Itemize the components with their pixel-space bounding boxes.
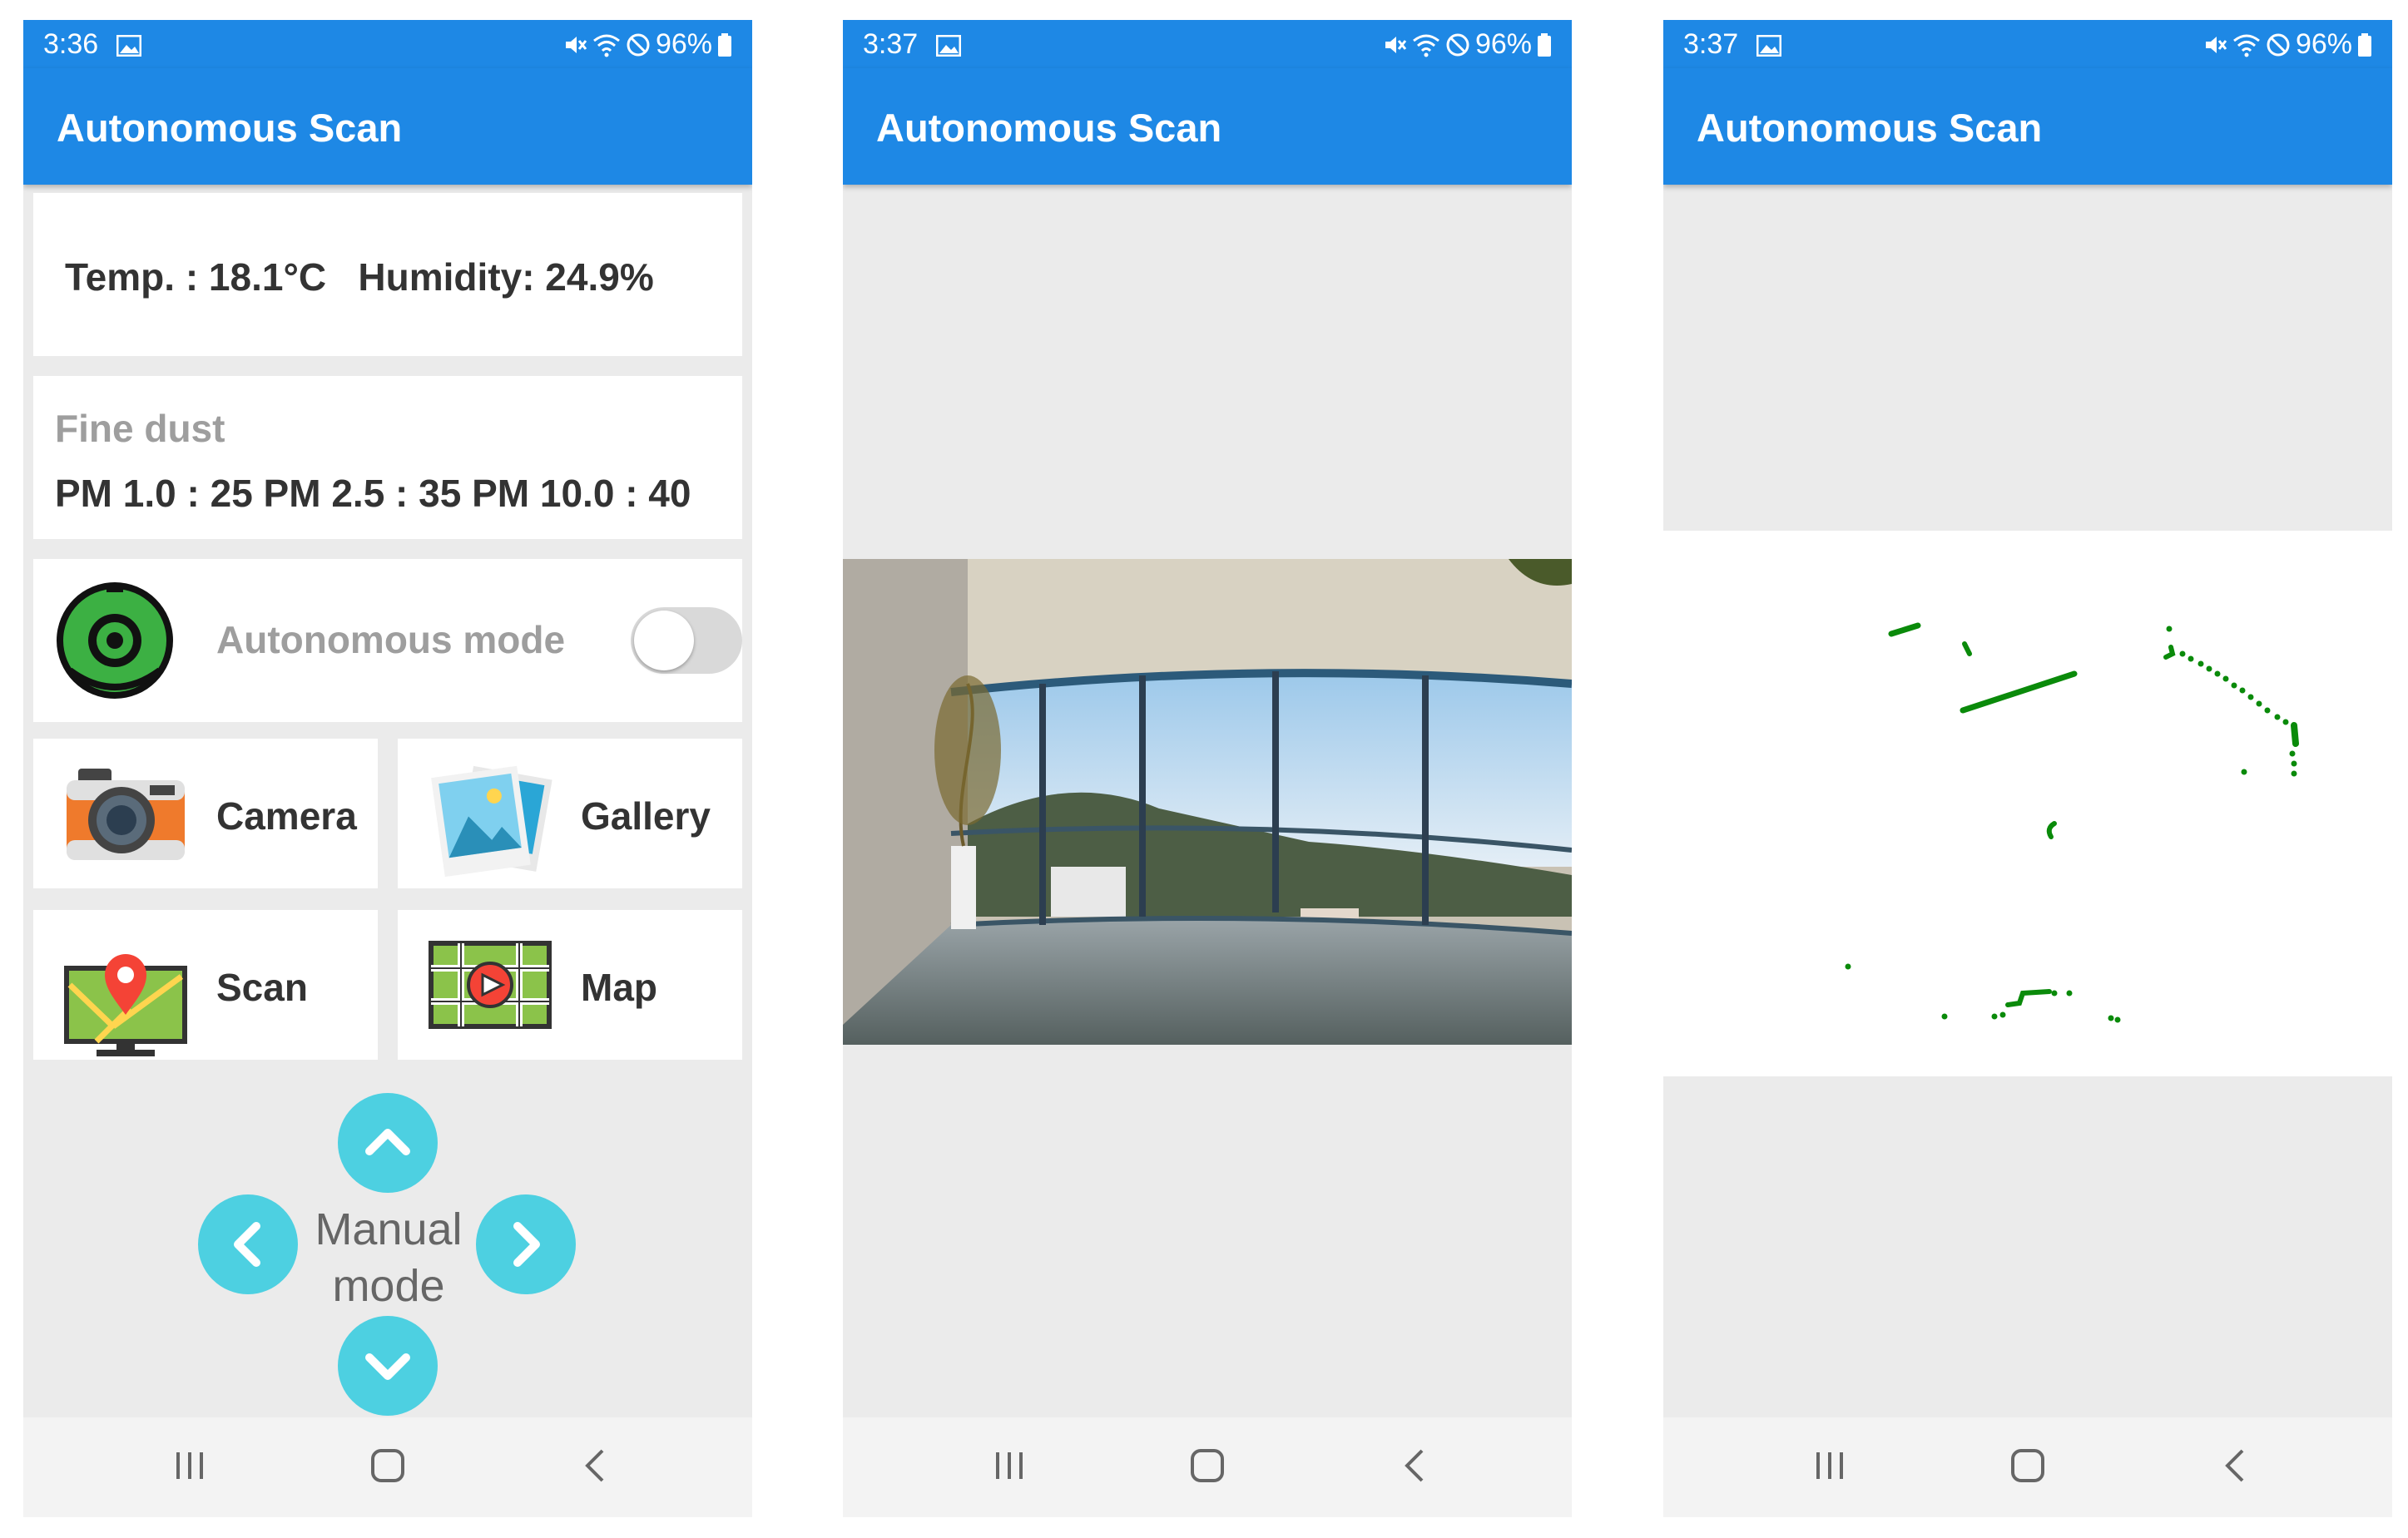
lidar-scan-points bbox=[1845, 622, 2299, 1023]
move-forward-button[interactable] bbox=[338, 1093, 438, 1193]
do-not-disturb-icon bbox=[2267, 33, 2290, 56]
recents-icon[interactable] bbox=[1813, 1449, 1846, 1482]
battery-icon bbox=[2358, 32, 2371, 57]
image-notification-icon bbox=[116, 35, 141, 57]
map-button[interactable]: Map bbox=[398, 910, 742, 1060]
environment-card: Temp. : 18.1°C Humidity: 24.9% bbox=[33, 193, 742, 356]
robot-vacuum-icon bbox=[57, 582, 173, 699]
manual-mode-label: Manual mode bbox=[303, 1201, 474, 1314]
fine-dust-card: Fine dust PM 1.0 : 25 PM 2.5 : 35 PM 10.… bbox=[33, 376, 742, 539]
status-bar: 3:37 96% bbox=[843, 20, 1572, 68]
app-title: Autonomous Scan bbox=[57, 106, 403, 150]
wifi-icon bbox=[1413, 34, 1439, 57]
status-time: 3:36 bbox=[43, 28, 99, 60]
map-label: Map bbox=[581, 966, 657, 1009]
app-title: Autonomous Scan bbox=[1697, 106, 2043, 150]
image-notification-icon bbox=[936, 35, 961, 57]
mute-icon bbox=[2205, 36, 2227, 53]
image-notification-icon bbox=[1756, 35, 1781, 57]
battery-percent: 96% bbox=[655, 28, 712, 60]
back-icon[interactable] bbox=[1402, 1447, 1427, 1484]
back-icon[interactable] bbox=[582, 1447, 607, 1484]
camera-feed-image bbox=[843, 559, 1572, 1045]
gallery-label: Gallery bbox=[581, 794, 711, 838]
system-nav-bar bbox=[23, 1417, 752, 1517]
status-icons: 96% bbox=[562, 28, 732, 61]
toggle-knob bbox=[634, 611, 694, 670]
autonomous-mode-toggle[interactable] bbox=[631, 607, 742, 674]
app-bar: Autonomous Scan bbox=[1663, 68, 2392, 185]
phone-screen-home: 3:36 96% Autonomous Scan Temp. : 18.1°C … bbox=[23, 20, 752, 1517]
wifi-icon bbox=[593, 34, 620, 57]
home-icon[interactable] bbox=[2009, 1449, 2046, 1482]
status-bar: 3:36 96% bbox=[23, 20, 752, 68]
turn-left-button[interactable] bbox=[198, 1194, 298, 1294]
battery-percent: 96% bbox=[1474, 28, 1532, 60]
status-icons: 96% bbox=[2202, 28, 2372, 61]
map-icon bbox=[429, 941, 552, 1029]
recents-icon[interactable] bbox=[993, 1449, 1026, 1482]
gallery-icon bbox=[431, 765, 552, 878]
camera-label: Camera bbox=[216, 794, 357, 838]
scan-label: Scan bbox=[216, 966, 308, 1009]
manual-mode-line1: Manual bbox=[315, 1204, 463, 1254]
phone-screen-camera: 3:37 96% Autonomous Scan bbox=[843, 20, 1572, 1517]
autonomous-mode-label: Autonomous mode bbox=[216, 618, 566, 661]
battery-icon bbox=[718, 32, 731, 57]
mute-icon bbox=[565, 36, 587, 53]
mute-icon bbox=[1385, 36, 1407, 53]
system-nav-bar bbox=[843, 1417, 1572, 1517]
do-not-disturb-icon bbox=[1446, 33, 1469, 56]
home-icon[interactable] bbox=[1189, 1449, 1226, 1482]
battery-percent: 96% bbox=[2295, 28, 2352, 60]
home-icon[interactable] bbox=[369, 1449, 406, 1482]
wifi-icon bbox=[2233, 34, 2260, 57]
camera-feed bbox=[843, 559, 1572, 1045]
temperature-humidity-text: Temp. : 18.1°C Humidity: 24.9% bbox=[65, 255, 654, 299]
camera-icon bbox=[67, 769, 185, 860]
chevron-down-icon bbox=[365, 1353, 410, 1380]
app-bar: Autonomous Scan bbox=[843, 68, 1572, 185]
fine-dust-values: PM 1.0 : 25 PM 2.5 : 35 PM 10.0 : 40 bbox=[55, 472, 691, 515]
scan-icon bbox=[64, 954, 187, 1056]
manual-mode-line2: mode bbox=[332, 1261, 445, 1311]
status-bar: 3:37 96% bbox=[1663, 20, 2392, 68]
app-title: Autonomous Scan bbox=[876, 106, 1222, 150]
status-time: 3:37 bbox=[863, 28, 919, 60]
autonomous-mode-card: Autonomous mode bbox=[33, 559, 742, 722]
back-icon[interactable] bbox=[2222, 1447, 2247, 1484]
do-not-disturb-icon bbox=[627, 33, 650, 56]
system-nav-bar bbox=[1663, 1417, 2392, 1517]
chevron-up-icon bbox=[365, 1129, 410, 1155]
app-bar: Autonomous Scan bbox=[23, 68, 752, 185]
move-backward-button[interactable] bbox=[338, 1316, 438, 1416]
chevron-left-icon bbox=[234, 1222, 260, 1267]
fine-dust-title: Fine dust bbox=[55, 407, 225, 450]
gallery-button[interactable]: Gallery bbox=[398, 739, 742, 888]
status-time: 3:37 bbox=[1683, 28, 1739, 60]
camera-button[interactable]: Camera bbox=[33, 739, 378, 888]
recents-icon[interactable] bbox=[173, 1449, 206, 1482]
phone-screen-lidar-map: 3:37 96% Autonomous Scan bbox=[1663, 20, 2392, 1517]
status-icons: 96% bbox=[1382, 28, 1552, 61]
scan-button[interactable]: Scan bbox=[33, 910, 378, 1060]
lidar-map-view bbox=[1663, 531, 2392, 1076]
chevron-right-icon bbox=[513, 1222, 540, 1267]
turn-right-button[interactable] bbox=[476, 1194, 576, 1294]
battery-icon bbox=[1538, 32, 1551, 57]
